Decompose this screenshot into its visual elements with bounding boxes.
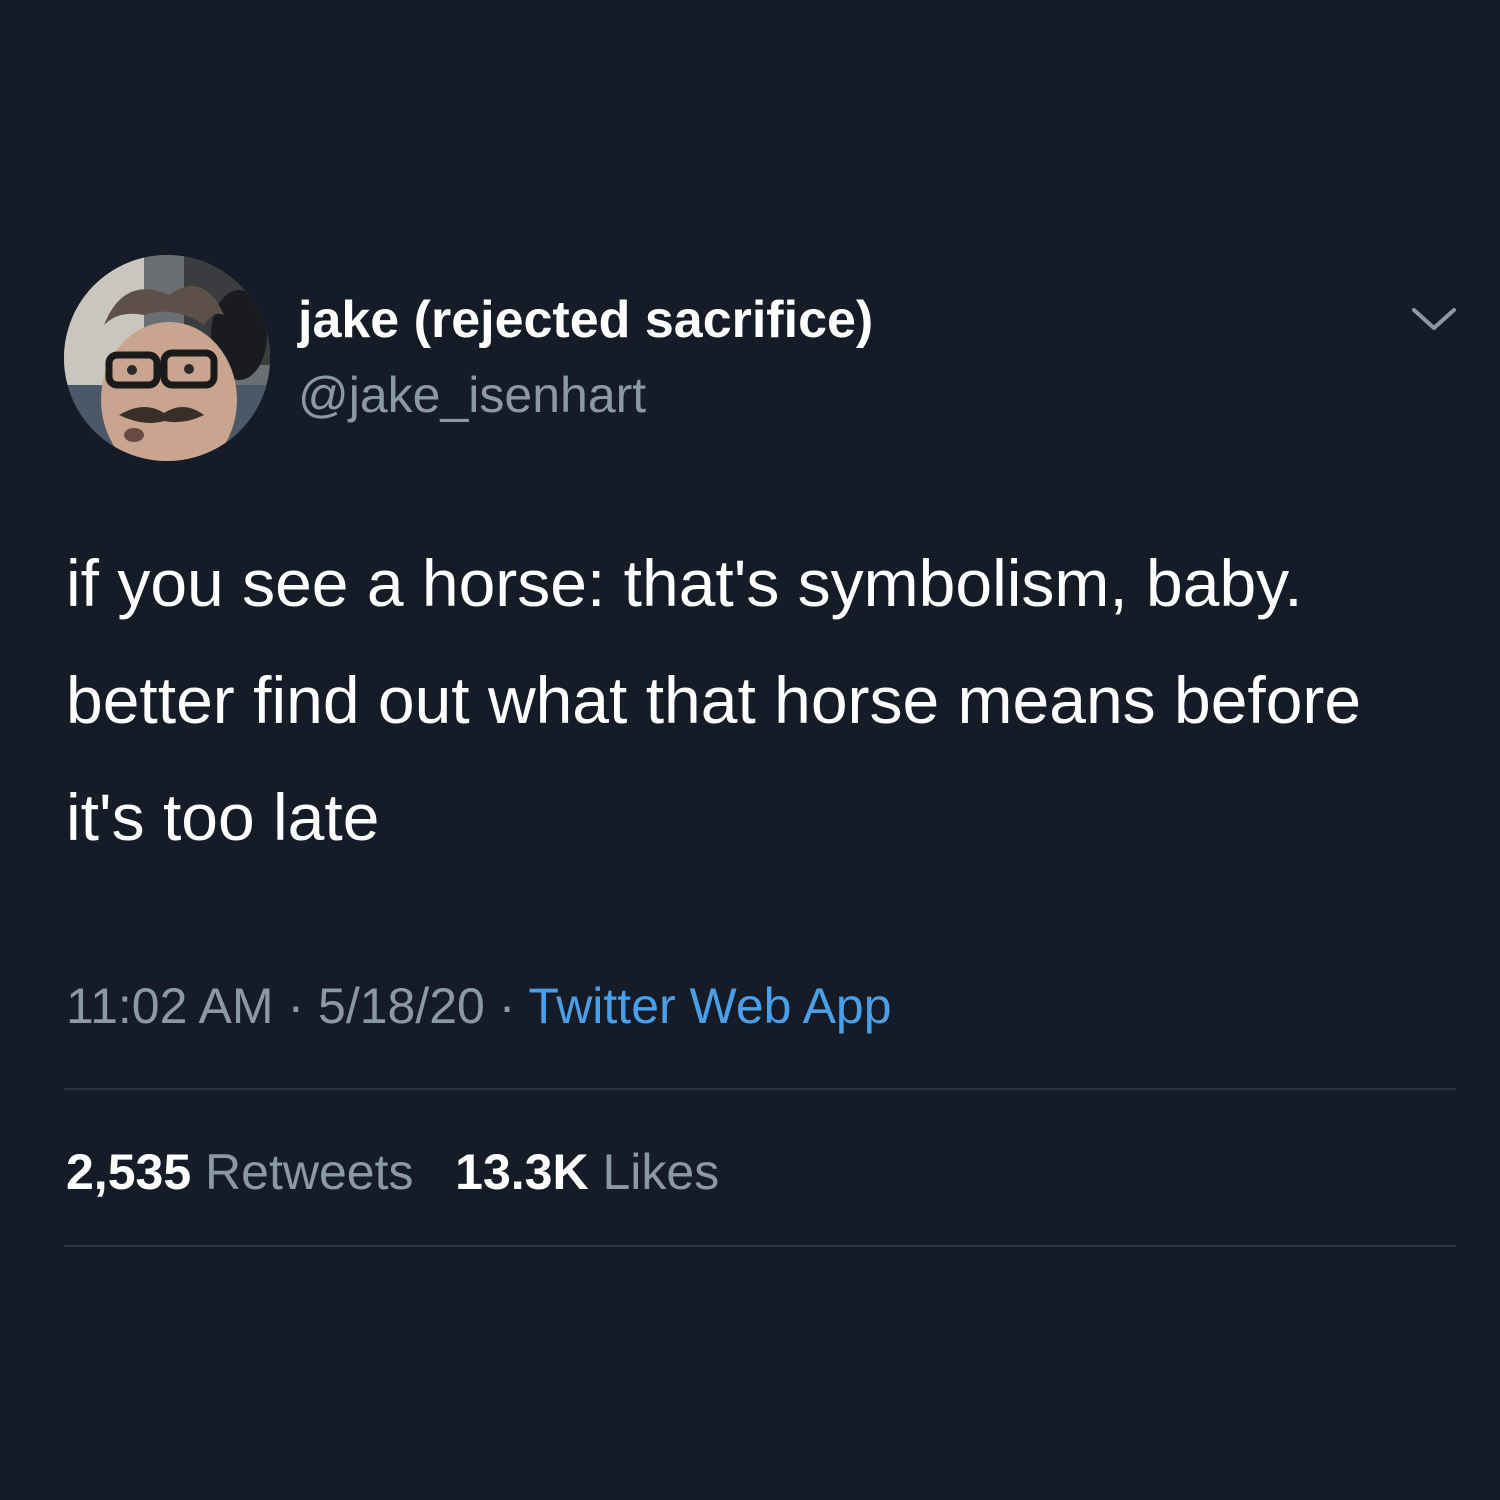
tweet-date[interactable]: 5/18/20 bbox=[318, 978, 485, 1034]
separator-dot: · bbox=[287, 978, 305, 1034]
tweet-time[interactable]: 11:02 AM bbox=[66, 978, 274, 1034]
retweets-label: Retweets bbox=[205, 1144, 414, 1200]
tweet-metadata: 11:02 AM · 5/18/20 · Twitter Web App bbox=[66, 974, 892, 1038]
divider-top bbox=[64, 1088, 1456, 1090]
tweet-card: jake (rejected sacrifice) @jake_isenhart… bbox=[0, 0, 1500, 1500]
avatar[interactable] bbox=[64, 255, 270, 461]
retweets-count: 2,535 bbox=[66, 1144, 192, 1200]
tweet-stats: 2,535 Retweets 13.3K Likes bbox=[66, 1140, 719, 1204]
chevron-down-icon[interactable] bbox=[1408, 300, 1460, 340]
display-name[interactable]: jake (rejected sacrifice) bbox=[298, 288, 873, 352]
tweet-text: if you see a horse: that's symbolism, ba… bbox=[66, 546, 1362, 854]
tweet-source-link[interactable]: Twitter Web App bbox=[528, 978, 891, 1034]
separator-dot: · bbox=[498, 978, 516, 1034]
divider-bottom bbox=[64, 1245, 1456, 1247]
likes-label: Likes bbox=[602, 1144, 720, 1200]
likes-stat[interactable]: 13.3K Likes bbox=[455, 1144, 719, 1200]
avatar-image bbox=[64, 255, 270, 461]
username-handle[interactable]: @jake_isenhart bbox=[298, 364, 646, 426]
likes-count: 13.3K bbox=[455, 1144, 589, 1200]
retweets-stat[interactable]: 2,535 Retweets bbox=[66, 1144, 413, 1200]
